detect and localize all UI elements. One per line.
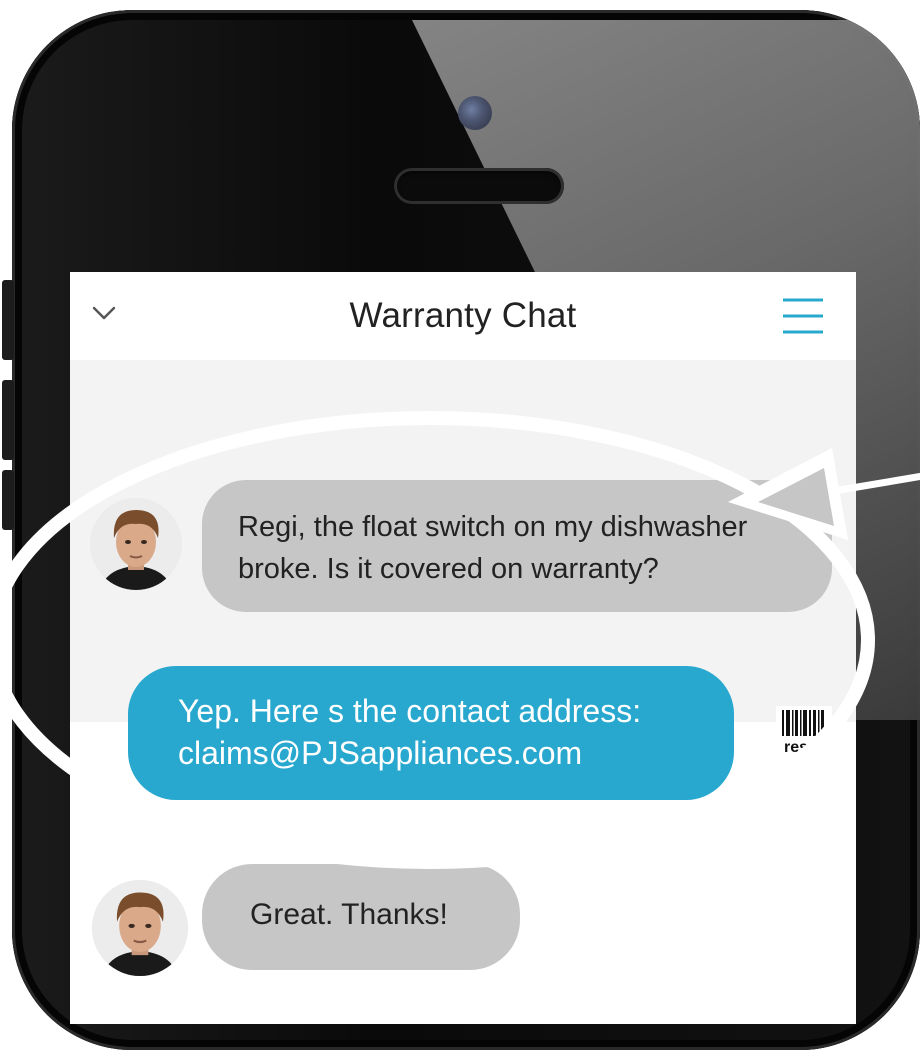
earpiece-speaker — [394, 168, 564, 204]
bot-avatar-text: res — [784, 739, 808, 756]
message-line: Regi, the float switch on my dishwasher — [238, 511, 748, 543]
avatar — [92, 880, 188, 976]
user-avatar-photo — [90, 498, 182, 590]
volume-button — [2, 280, 14, 360]
incoming-message-bubble: Regi, the float switch on my dishwasher … — [202, 480, 832, 612]
barcode-icon: res — [782, 710, 824, 756]
volume-button — [2, 380, 14, 460]
front-camera — [458, 96, 492, 130]
chat-header: Warranty Chat — [70, 272, 856, 360]
message-line: Great. Thanks! — [250, 898, 448, 931]
email-link[interactable]: claims@PJSappliances.com — [178, 732, 714, 774]
outgoing-message-bubble: Yep. Here s the contact address: claims@… — [128, 666, 734, 800]
message-line: Yep. Here s the contact address: — [178, 693, 642, 729]
incoming-message-bubble: Great. Thanks! — [202, 864, 520, 970]
avatar — [90, 498, 182, 590]
mute-switch — [2, 470, 14, 530]
user-avatar-photo — [92, 880, 188, 976]
message-line: broke. Is it covered on warranty? — [238, 553, 659, 585]
chat-screen: Warranty Chat Regi, the float switch on … — [70, 272, 856, 1024]
bot-avatar: res — [776, 706, 832, 758]
hamburger-menu-icon[interactable] — [782, 296, 824, 336]
page-title: Warranty Chat — [349, 296, 577, 335]
